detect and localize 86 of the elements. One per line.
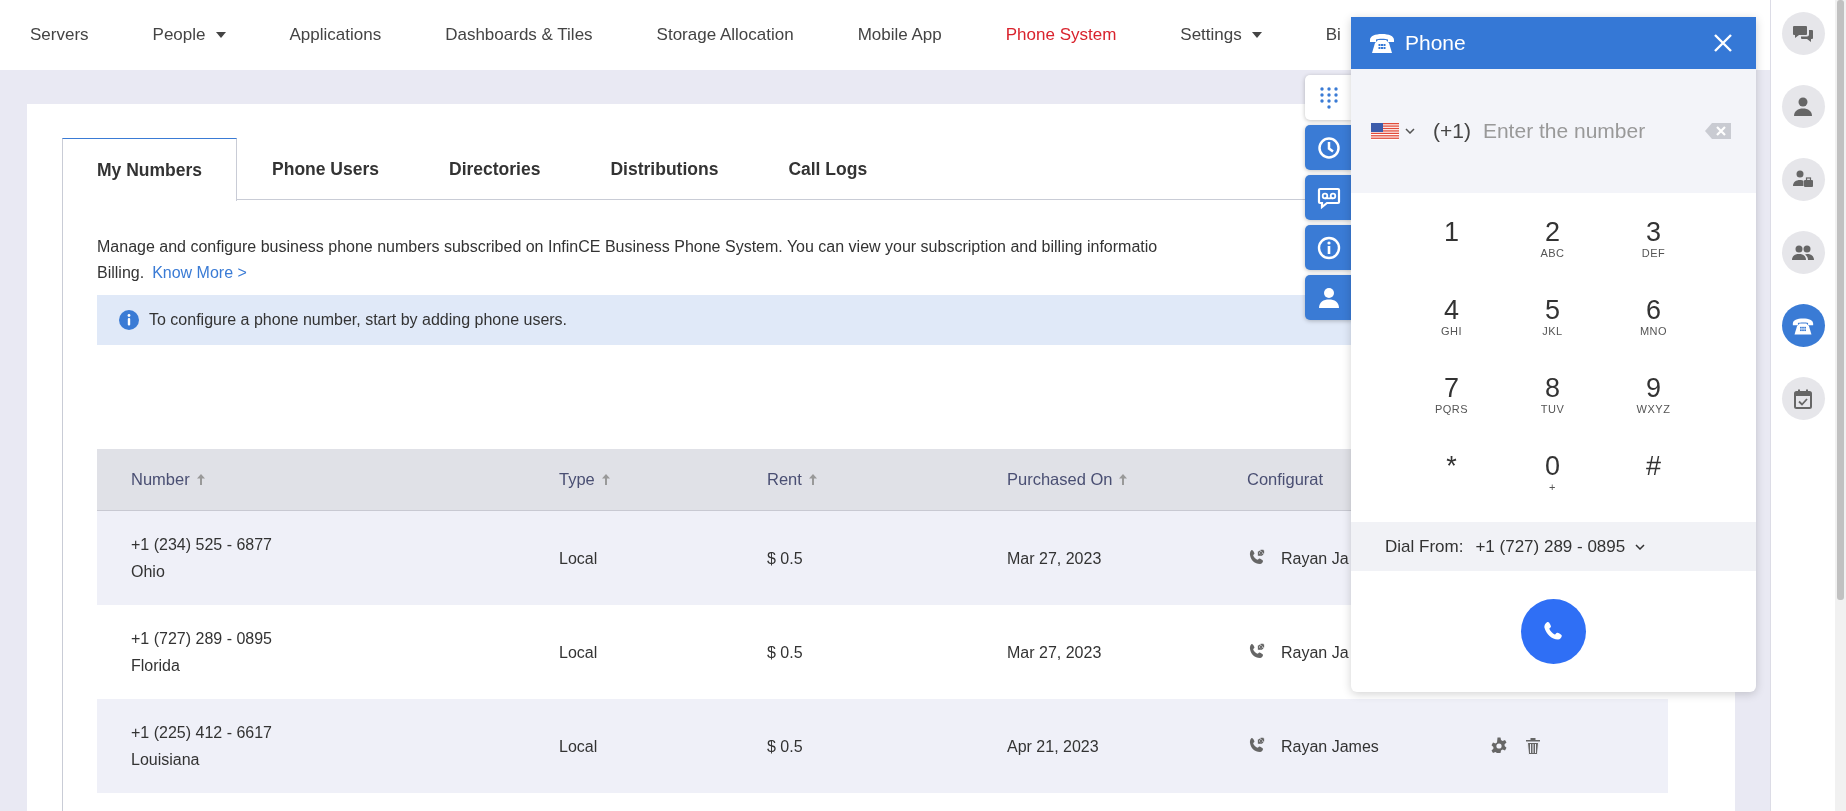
backspace-icon <box>1704 122 1732 140</box>
dial-key[interactable]: 2 ABC <box>1502 205 1603 283</box>
user-icon <box>1792 95 1814 118</box>
nav-link[interactable]: People <box>152 25 226 45</box>
dial-from-label: Dial From: <box>1385 536 1464 557</box>
table-cell-text: Florida <box>131 656 181 676</box>
telephone-icon <box>1369 32 1395 54</box>
close-button[interactable] <box>1712 32 1734 54</box>
column-header[interactable]: Configurat <box>1247 470 1324 489</box>
dial-key[interactable]: 6 MNO <box>1603 283 1704 361</box>
table-cell-text: Mar 27, 2023 <box>1007 642 1103 663</box>
description-text: Manage and configure business phone numbers subscribed on InfinCE Business Phone System. You can view your subscription and billing informatio <box>97 238 1158 255</box>
nav-link[interactable]: Settings <box>1180 25 1262 45</box>
column-header[interactable]: Rent <box>767 470 802 489</box>
table-cell-text: +1 (727) 289 - 0895 <box>131 629 273 649</box>
nav-link[interactable]: Applications <box>289 25 382 45</box>
dial-key[interactable]: 4 GHI <box>1401 283 1502 361</box>
nav-link[interactable]: Servers <box>30 25 89 45</box>
sidebar-button[interactable] <box>1781 304 1825 347</box>
table-cell-text: +1 (234) 525 - 6877 <box>131 535 273 555</box>
banner-text: To configure a phone number, start by adding phone users. <box>149 311 568 329</box>
chevron-down-icon <box>1635 543 1646 550</box>
panel-title: Phone <box>1405 31 1467 55</box>
sidebar-button[interactable] <box>1781 377 1825 420</box>
description-text: Billing. <box>97 264 145 281</box>
country-code: (+1) <box>1433 119 1471 143</box>
table-cell-text: Rayan Ja <box>1281 548 1349 569</box>
chevron-down-icon <box>1405 128 1415 134</box>
nav-link[interactable]: Bi <box>1325 25 1341 45</box>
column-header[interactable]: Type <box>559 470 595 489</box>
table-cell-text: Rayan James <box>1281 736 1379 757</box>
dial-key[interactable]: 9 WXYZ <box>1603 361 1704 439</box>
side-tab[interactable] <box>1305 175 1352 220</box>
nav-link[interactable]: Mobile App <box>857 25 942 45</box>
column-header[interactable]: Purchased On <box>1007 470 1113 489</box>
scrollbar[interactable] <box>1835 0 1846 811</box>
table-cell-text: Rayan Ja <box>1281 642 1349 663</box>
nav-link[interactable]: Phone System <box>1005 25 1117 45</box>
dial-key[interactable]: 7 PQRS <box>1401 361 1502 439</box>
dial-key[interactable]: # <box>1603 439 1704 517</box>
voicemail-icon <box>1316 185 1341 210</box>
nav-link[interactable]: Dashboards & Tiles <box>445 25 593 45</box>
dial-key[interactable]: 5 JKL <box>1502 283 1603 361</box>
column-header[interactable]: Number <box>131 470 190 489</box>
table-cell-text: $ 0.5 <box>767 642 804 663</box>
side-tab[interactable] <box>1305 275 1352 320</box>
clock-icon <box>1316 135 1341 160</box>
know-more-link[interactable]: Know More > <box>152 264 247 281</box>
dial-key[interactable]: 3 DEF <box>1603 205 1704 283</box>
dial-key[interactable]: 0 + <box>1502 439 1603 517</box>
side-tab[interactable] <box>1305 125 1352 170</box>
flag-icon <box>1371 122 1399 140</box>
table-cell-text: Mar 27, 2023 <box>1007 548 1103 569</box>
info-icon <box>119 310 139 330</box>
table-cell-text: Local <box>559 736 599 757</box>
sidebar-button[interactable] <box>1781 85 1825 128</box>
dial-key[interactable]: * <box>1401 439 1502 517</box>
dial-key[interactable]: 8 TUV <box>1502 361 1603 439</box>
table-cell-text: Louisiana <box>131 750 201 770</box>
tab[interactable]: My Numbers <box>62 138 238 201</box>
tab[interactable]: Directories <box>414 138 576 200</box>
table-cell-text: $ 0.5 <box>767 548 804 569</box>
country-dropdown[interactable] <box>1371 122 1415 140</box>
table-cell-text: $ 0.5 <box>767 736 804 757</box>
side-tab[interactable] <box>1305 225 1352 270</box>
settings-icon[interactable] <box>1489 736 1509 756</box>
trash-icon[interactable] <box>1523 736 1543 756</box>
table-cell-text: +1 (225) 412 - 6617 <box>131 723 273 743</box>
dial-from-dropdown[interactable]: +1 (727) 289 - 0895 <box>1475 536 1646 557</box>
calendar-check-icon <box>1792 387 1814 410</box>
sidebar-button[interactable] <box>1781 12 1825 55</box>
sidebar-button[interactable] <box>1781 231 1825 274</box>
dial-key[interactable]: 1 <box>1401 205 1502 283</box>
user-icon <box>1316 285 1341 310</box>
sidebar-button[interactable] <box>1781 158 1825 201</box>
table-cell-text: Local <box>559 642 599 663</box>
table-cell-text: Local <box>559 548 599 569</box>
tab[interactable]: Phone Users <box>237 138 414 200</box>
tab[interactable]: Distributions <box>575 138 754 200</box>
close-icon <box>1712 32 1734 54</box>
number-input[interactable]: Enter the number <box>1482 119 1683 143</box>
info-icon <box>1316 235 1341 260</box>
tab[interactable]: Call Logs <box>753 138 903 200</box>
table-cell-text: Ohio <box>131 562 166 582</box>
table-cell-text: Apr 21, 2023 <box>1007 736 1100 757</box>
nav-link[interactable]: Storage Allocation <box>656 25 794 45</box>
